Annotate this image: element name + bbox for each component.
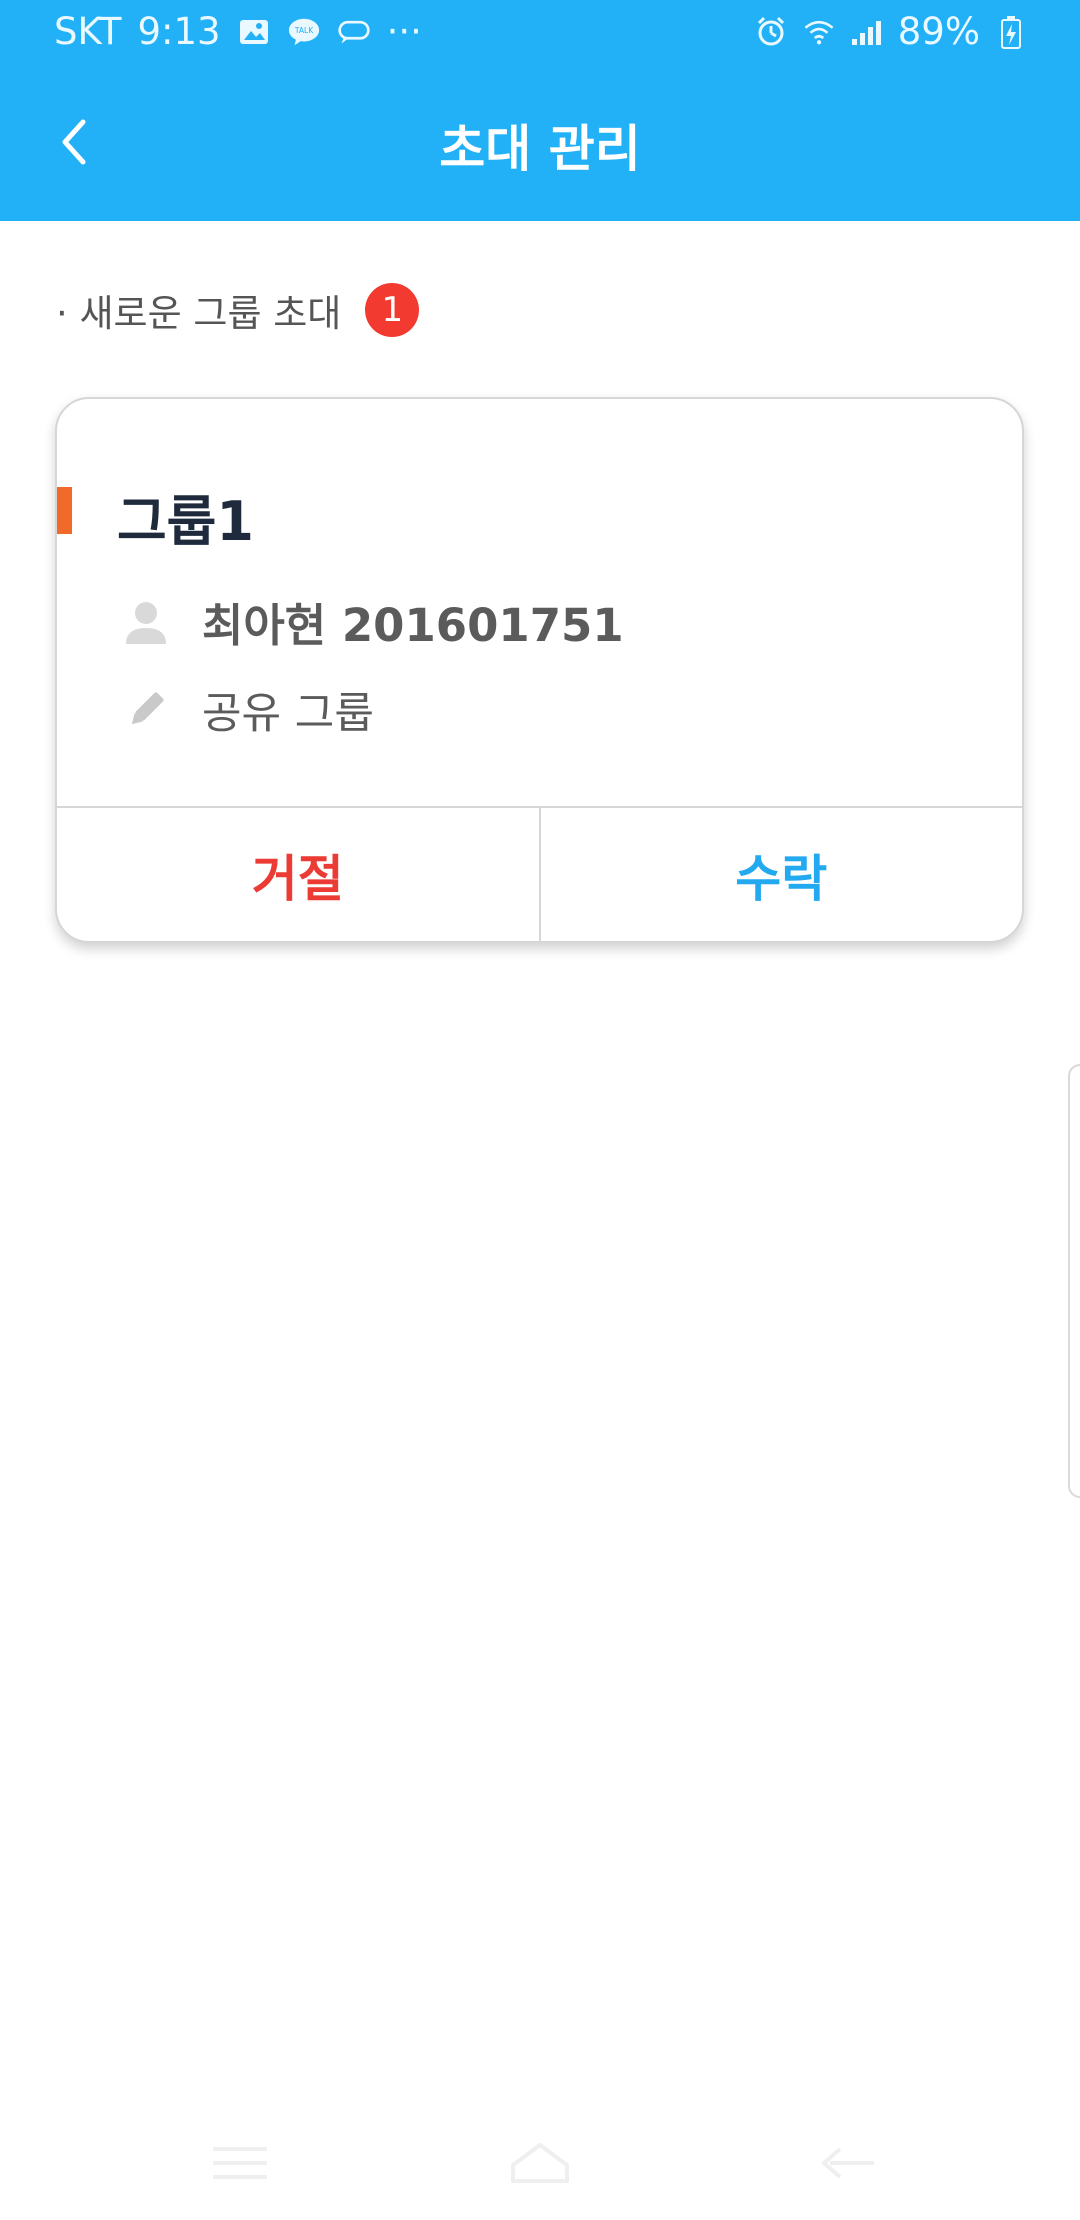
edge-panel-handle[interactable] — [1068, 1064, 1080, 1498]
app-bar: 초대 관리 — [0, 66, 1080, 221]
reject-button[interactable]: 거절 — [57, 808, 541, 941]
new-invitations-heading: · 새로운 그룹 초대 1 — [56, 282, 420, 338]
status-bar-left: SKT 9:13 TALK ··· — [54, 10, 422, 53]
back-nav-button[interactable] — [795, 2130, 895, 2200]
new-invitations-label: · 새로운 그룹 초대 — [56, 292, 342, 335]
carrier-label: SKT — [54, 10, 122, 53]
group-name: 그룹1 — [117, 490, 254, 553]
group-type-row: 공유 그룹 — [120, 679, 374, 741]
svg-text:TALK: TALK — [293, 25, 313, 34]
page-title: 초대 관리 — [439, 120, 641, 178]
invitation-actions: 거절 수락 — [57, 806, 1022, 941]
invitation-card: 그룹1 최아현 201601751 공유 그룹 거절 수락 — [55, 397, 1024, 943]
recent-apps-icon — [209, 2141, 271, 2189]
alarm-icon — [754, 15, 788, 49]
home-icon — [509, 2141, 571, 2189]
home-button[interactable] — [490, 2130, 590, 2200]
pencil-icon — [120, 684, 172, 736]
signal-icon — [850, 15, 884, 49]
recent-apps-button[interactable] — [190, 2130, 290, 2200]
battery-charging-icon — [994, 15, 1028, 49]
inviter-name: 최아현 201601751 — [202, 599, 624, 652]
invitation-count-badge: 1 — [365, 283, 420, 337]
wifi-icon — [802, 15, 836, 49]
system-navigation-bar — [0, 2100, 1080, 2220]
talk-icon: TALK — [287, 15, 321, 49]
battery-percent-label: 89% — [897, 10, 980, 53]
status-bar: SKT 9:13 TALK ··· 89% — [0, 0, 1080, 66]
inviter-row: 최아현 201601751 — [120, 589, 624, 654]
image-icon — [237, 15, 271, 49]
accept-button[interactable]: 수락 — [541, 808, 1023, 941]
back-nav-icon — [810, 2141, 880, 2189]
person-icon — [120, 596, 172, 648]
more-notifications-label: ··· — [386, 10, 422, 53]
message-bubble-icon — [337, 15, 371, 49]
status-bar-right: 89% — [754, 10, 1028, 53]
group-type: 공유 그룹 — [202, 689, 374, 739]
time-label: 9:13 — [137, 10, 221, 53]
group-accent-bar — [57, 487, 72, 534]
